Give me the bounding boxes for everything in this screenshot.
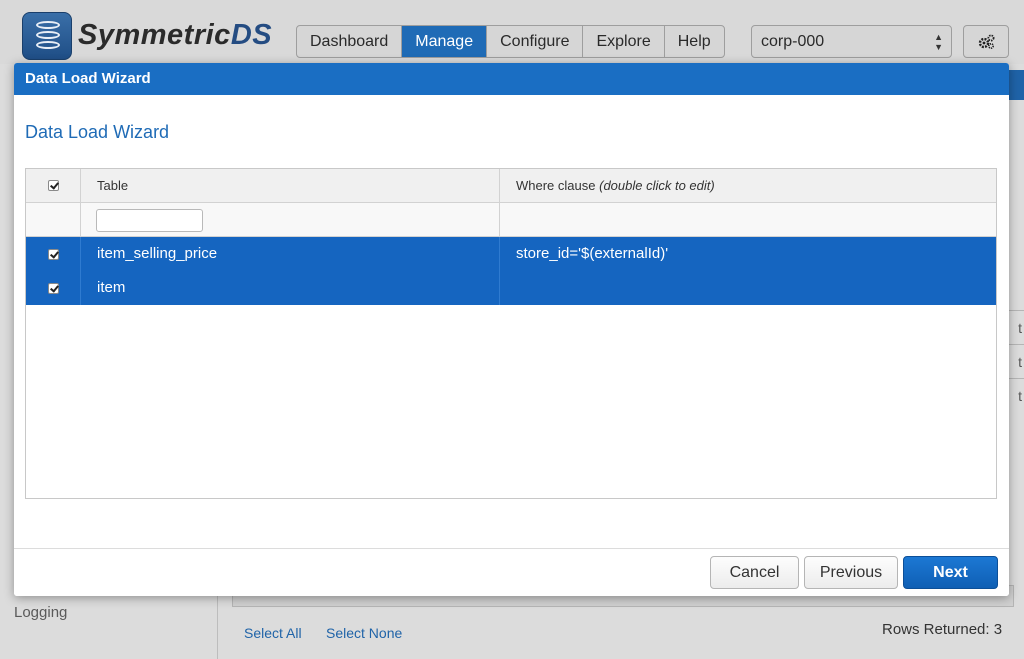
- cancel-button[interactable]: Cancel: [710, 556, 799, 589]
- background-grid-edge: t t t: [1008, 110, 1024, 659]
- table-filter-input[interactable]: [96, 209, 203, 232]
- wizard-heading: Data Load Wizard: [25, 122, 170, 142]
- previous-button[interactable]: Previous: [804, 556, 898, 589]
- settings-button[interactable]: [963, 25, 1009, 58]
- gears-icon: [978, 34, 995, 49]
- next-button[interactable]: Next: [903, 556, 998, 589]
- background-cell: t: [1008, 378, 1024, 412]
- nav-explore[interactable]: Explore: [583, 26, 665, 57]
- data-load-wizard-dialog: Data Load Wizard Data Load Wizard Table …: [14, 63, 1009, 596]
- background-cell: t: [1008, 310, 1024, 344]
- background-panel-header: [1008, 70, 1024, 100]
- row-table-name: item: [81, 271, 500, 305]
- select-none-link[interactable]: Select None: [326, 625, 402, 641]
- dialog-footer: Cancel Previous Next: [14, 548, 1009, 596]
- node-select-value: corp-000: [761, 33, 825, 50]
- row-where-clause[interactable]: store_id='$(externalId)': [500, 237, 996, 271]
- checkbox-checked-icon: [47, 248, 59, 260]
- grid-filter-row: [26, 203, 996, 237]
- row-checkbox[interactable]: [26, 237, 81, 271]
- row-table-name: item_selling_price: [81, 237, 500, 271]
- table-row[interactable]: item: [26, 271, 996, 305]
- nav-dashboard[interactable]: Dashboard: [297, 26, 403, 57]
- select-arrows-icon: ▲ ▼: [934, 32, 943, 52]
- column-header-table[interactable]: Table: [81, 169, 500, 202]
- row-where-clause[interactable]: [500, 271, 996, 305]
- column-header-where[interactable]: Where clause (double click to edit): [500, 169, 996, 202]
- node-select[interactable]: corp-000 ▲ ▼: [751, 25, 952, 58]
- symmetricds-logo-icon: [22, 12, 72, 60]
- dialog-title: Data Load Wizard: [14, 63, 1009, 95]
- app-header: SymmetricDS Dashboard Manage Configure E…: [0, 0, 1024, 64]
- main-nav: Dashboard Manage Configure Explore Help: [296, 25, 725, 58]
- row-checkbox[interactable]: [26, 271, 81, 305]
- select-all-checkbox[interactable]: [26, 169, 81, 202]
- select-all-link[interactable]: Select All: [244, 625, 302, 641]
- rows-returned-label: Rows Returned: 3: [882, 621, 1003, 638]
- background-cell: t: [1008, 344, 1024, 378]
- logo-text: SymmetricDS: [78, 19, 273, 51]
- table-row[interactable]: item_selling_price store_id='$(externalI…: [26, 237, 996, 271]
- nav-manage[interactable]: Manage: [402, 26, 488, 57]
- nav-help[interactable]: Help: [665, 26, 724, 57]
- checkbox-checked-icon: [47, 180, 59, 191]
- grid-header: Table Where clause (double click to edit…: [26, 169, 996, 203]
- table-grid: Table Where clause (double click to edit…: [25, 168, 997, 499]
- sidebar-item-logging[interactable]: Logging: [14, 604, 67, 621]
- nav-configure[interactable]: Configure: [487, 26, 584, 57]
- checkbox-checked-icon: [47, 282, 59, 294]
